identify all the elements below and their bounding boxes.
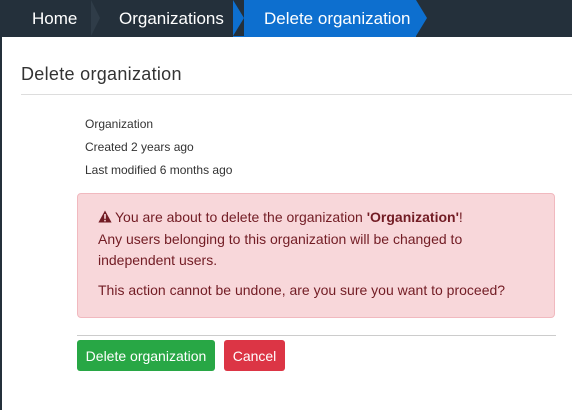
title-divider xyxy=(21,94,572,95)
breadcrumb-organizations[interactable]: Organizations xyxy=(91,0,233,37)
alert-heading: You are about to delete the organization… xyxy=(98,207,534,229)
warning-triangle-icon xyxy=(98,208,112,229)
breadcrumb-home-label: Home xyxy=(32,8,78,28)
alert-org-name: 'Organization' xyxy=(366,209,459,225)
window-left-edge xyxy=(0,0,2,410)
breadcrumb: Home Organizations Delete organization xyxy=(0,0,572,37)
breadcrumb-current-label: Delete organization xyxy=(264,8,411,28)
organization-name: Organization xyxy=(85,117,154,131)
delete-organization-button[interactable]: Delete organization xyxy=(77,340,215,371)
cancel-button[interactable]: Cancel xyxy=(224,340,285,371)
alert-confirm: This action cannot be undone, are you su… xyxy=(98,282,506,298)
alert-suffix: ! xyxy=(458,209,463,225)
organization-modified: Last modified 6 months ago xyxy=(85,163,233,177)
breadcrumb-organizations-label: Organizations xyxy=(119,8,224,28)
delete-warning-alert: You are about to delete the organization… xyxy=(77,193,555,318)
page-title: Delete organization xyxy=(21,64,182,84)
organization-created: Created 2 years ago xyxy=(85,140,194,154)
breadcrumb-home[interactable]: Home xyxy=(0,0,99,37)
alert-message: Any users belonging to this organization… xyxy=(98,231,463,268)
actions-divider xyxy=(77,335,556,336)
alert-prefix: You are about to delete the organization xyxy=(115,209,367,225)
breadcrumb-delete-organization: Delete organization xyxy=(233,0,427,37)
